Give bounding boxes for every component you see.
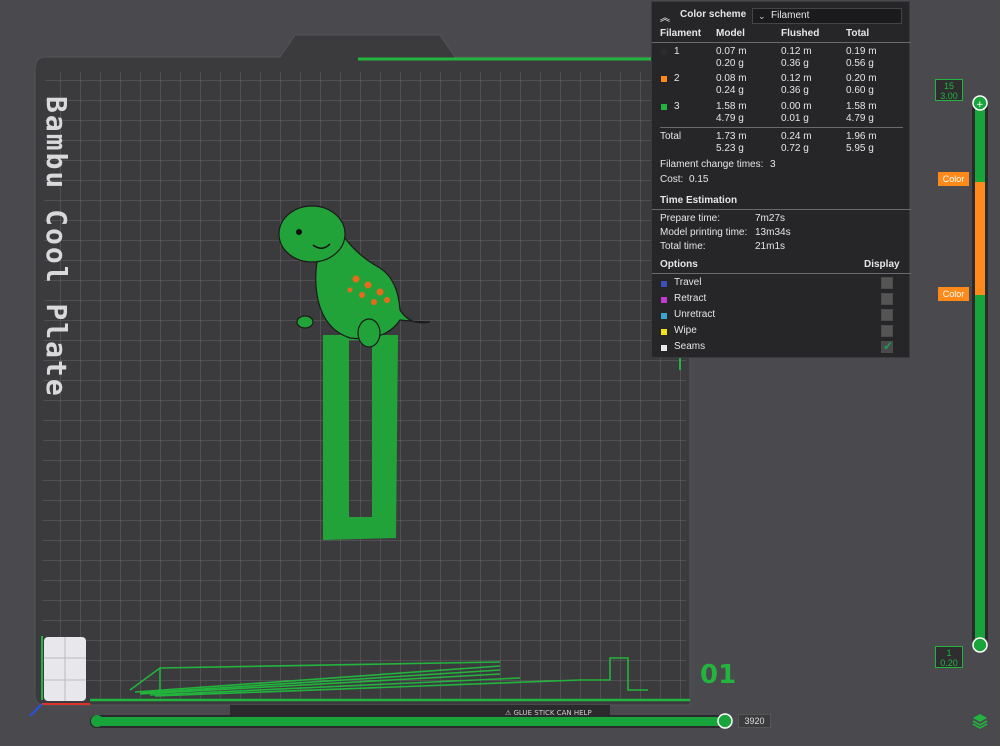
header-flushed: Flushed (781, 28, 820, 39)
filament-2-swatch (661, 76, 667, 82)
table-cell: 5.95 g (846, 143, 874, 154)
table-cell: 0.08 m (716, 73, 747, 84)
retract-color-icon (661, 297, 667, 303)
table-cell: 5.23 g (716, 143, 744, 154)
filament-id: 2 (674, 73, 680, 84)
top-layer-badge: 15 3.00 (935, 79, 963, 101)
option-unretract-checkbox[interactable] (881, 309, 893, 321)
unretract-color-icon (661, 313, 667, 319)
table-cell: 0.20 m (846, 73, 877, 84)
filament-3-swatch (661, 104, 667, 110)
table-cell: 0.36 g (781, 85, 809, 96)
view-cube[interactable] (44, 637, 86, 701)
option-travel-label: Travel (674, 277, 702, 288)
prepare-time-value: 7m27s (755, 213, 786, 224)
collapse-chevron-icon[interactable]: ︽ (660, 9, 670, 24)
cost-value: 0.15 (689, 174, 709, 185)
printing-time-label: Model printing time: (660, 227, 748, 238)
table-cell: 0.20 g (716, 58, 744, 69)
color-change-tag[interactable]: Color (938, 287, 969, 301)
time-estimation-title: Time Estimation (660, 195, 738, 206)
table-cell: 1.58 m (716, 101, 747, 112)
top-layer-number: 15 (943, 81, 954, 91)
move-slider[interactable] (90, 713, 733, 729)
table-cell: 0.07 m (716, 46, 747, 57)
table-cell: 0.01 g (781, 113, 809, 124)
layer-slider[interactable]: + (972, 95, 988, 653)
plate-title: Bambu Cool Plate (40, 96, 73, 398)
header-model: Model (716, 28, 745, 39)
table-cell: 0.36 g (781, 58, 809, 69)
options-title: Options (660, 259, 698, 270)
color-scheme-select[interactable]: ⌄ Filament (752, 8, 902, 24)
option-seams-label: Seams (674, 341, 706, 352)
table-cell: 1.73 m (716, 131, 747, 142)
table-cell: 0.12 m (781, 46, 812, 57)
table-cell: 0.72 g (781, 143, 809, 154)
total-label: Total (660, 131, 682, 142)
plate-grid (42, 72, 686, 700)
option-retract-checkbox[interactable] (881, 293, 893, 305)
top-layer-height: 3.00 (940, 91, 958, 101)
bottom-layer-badge: 1 0.20 (935, 646, 963, 668)
table-cell: 1.96 m (846, 131, 877, 142)
filament-1-swatch (661, 49, 667, 55)
display-title: Display (864, 259, 900, 270)
option-unretract-label: Unretract (674, 309, 716, 320)
layers-icon[interactable] (971, 712, 989, 730)
option-wipe-label: Wipe (674, 325, 697, 336)
color-scheme-label: Color scheme (680, 9, 747, 20)
table-cell: 0.19 m (846, 46, 877, 57)
travel-color-icon (661, 281, 667, 287)
option-wipe-checkbox[interactable] (881, 325, 893, 337)
table-cell: 0.24 g (716, 85, 744, 96)
bottom-layer-height: 0.20 (940, 658, 958, 668)
wipe-color-icon (661, 329, 667, 335)
bottom-layer-number: 1 (946, 648, 952, 658)
color-scheme-value: Filament (771, 10, 810, 21)
seams-color-icon (661, 345, 667, 351)
prepare-time-label: Prepare time: (660, 213, 721, 224)
header-total: Total (846, 28, 870, 39)
option-retract-label: Retract (674, 293, 707, 304)
printing-time-value: 13m34s (755, 227, 791, 238)
table-cell: 0.60 g (846, 85, 874, 96)
header-filament: Filament (660, 28, 702, 39)
filament-change-value: 3 (770, 159, 776, 170)
cost-label: Cost: (660, 174, 684, 185)
gcode-legend-panel: ︽ Color scheme ⌄ Filament Filament Model… (651, 1, 911, 358)
move-slider-value: 3920 (738, 714, 771, 728)
option-travel-checkbox[interactable] (881, 277, 893, 289)
table-cell: 0.00 m (781, 101, 812, 112)
table-cell: 4.79 g (716, 113, 744, 124)
total-time-value: 21m1s (755, 241, 786, 252)
filament-id: 3 (674, 101, 680, 112)
plate-number: 01 (700, 660, 737, 690)
color-change-tag[interactable]: Color (938, 172, 969, 186)
svg-text:+: + (976, 100, 984, 110)
option-seams-checkbox[interactable] (881, 339, 893, 353)
table-cell: 0.56 g (846, 58, 874, 69)
table-cell: 4.79 g (846, 113, 874, 124)
table-cell: 0.24 m (781, 131, 812, 142)
total-time-label: Total time: (660, 241, 706, 252)
filament-id: 1 (674, 46, 680, 57)
table-cell: 1.58 m (846, 101, 877, 112)
filament-change-label: Filament change times: (660, 159, 764, 170)
chevron-down-icon: ⌄ (758, 11, 766, 21)
table-cell: 0.12 m (781, 73, 812, 84)
